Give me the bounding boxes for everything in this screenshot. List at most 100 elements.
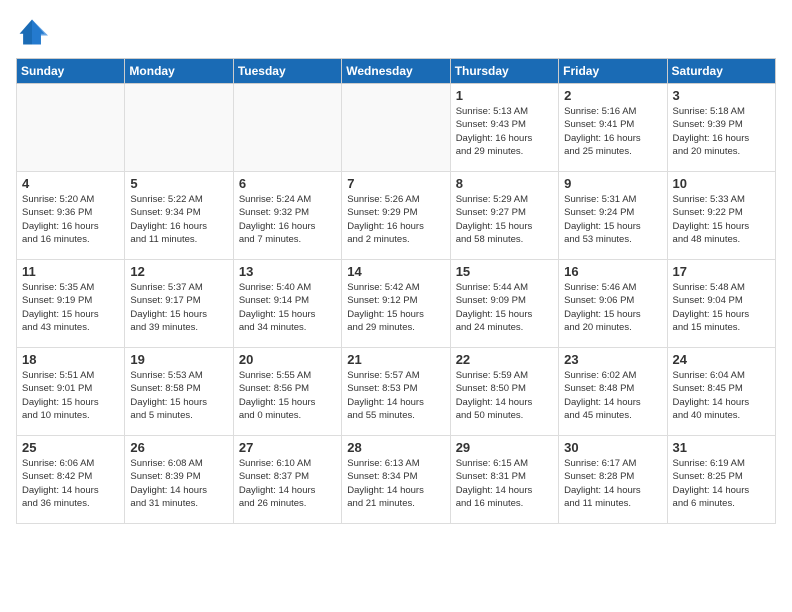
day-info: Sunrise: 5:40 AM Sunset: 9:14 PM Dayligh…	[239, 281, 336, 334]
calendar-cell: 15 Sunrise: 5:44 AM Sunset: 9:09 PM Dayli…	[450, 260, 558, 348]
calendar-week-row: 18 Sunrise: 5:51 AM Sunset: 9:01 PM Dayli…	[17, 348, 776, 436]
day-info: Sunrise: 5:24 AM Sunset: 9:32 PM Dayligh…	[239, 193, 336, 246]
calendar-cell: 2 Sunrise: 5:16 AM Sunset: 9:41 PM Daylig…	[559, 84, 667, 172]
weekday-header-friday: Friday	[559, 59, 667, 84]
day-info: Sunrise: 5:31 AM Sunset: 9:24 PM Dayligh…	[564, 193, 661, 246]
calendar-week-row: 11 Sunrise: 5:35 AM Sunset: 9:19 PM Dayli…	[17, 260, 776, 348]
weekday-header-thursday: Thursday	[450, 59, 558, 84]
day-number: 5	[130, 176, 227, 191]
day-info: Sunrise: 5:51 AM Sunset: 9:01 PM Dayligh…	[22, 369, 119, 422]
day-info: Sunrise: 5:42 AM Sunset: 9:12 PM Dayligh…	[347, 281, 444, 334]
calendar-cell: 10Sunrise: 5:33 AM Sunset: 9:22 PM Dayli…	[667, 172, 775, 260]
calendar-cell: 7 Sunrise: 5:26 AM Sunset: 9:29 PM Daylig…	[342, 172, 450, 260]
calendar-cell: 5Sunrise: 5:22 AM Sunset: 9:34 PM Daylig…	[125, 172, 233, 260]
day-number: 9	[564, 176, 661, 191]
day-number: 23	[564, 352, 661, 367]
day-number: 30	[564, 440, 661, 455]
calendar-cell: 24Sunrise: 6:04 AM Sunset: 8:45 PM Dayli…	[667, 348, 775, 436]
day-info: Sunrise: 5:18 AM Sunset: 9:39 PM Dayligh…	[673, 105, 770, 158]
calendar-cell: 31 Sunrise: 6:19 AM Sunset: 8:25 PM Dayli…	[667, 436, 775, 524]
day-info: Sunrise: 5:20 AM Sunset: 9:36 PM Dayligh…	[22, 193, 119, 246]
weekday-header-tuesday: Tuesday	[233, 59, 341, 84]
day-info: Sunrise: 5:26 AM Sunset: 9:29 PM Dayligh…	[347, 193, 444, 246]
day-info: Sunrise: 5:57 AM Sunset: 8:53 PM Dayligh…	[347, 369, 444, 422]
day-number: 25	[22, 440, 119, 455]
weekday-header-saturday: Saturday	[667, 59, 775, 84]
day-info: Sunrise: 5:16 AM Sunset: 9:41 PM Dayligh…	[564, 105, 661, 158]
weekday-header-wednesday: Wednesday	[342, 59, 450, 84]
calendar-cell: 26 Sunrise: 6:08 AM Sunset: 8:39 PM Dayli…	[125, 436, 233, 524]
logo	[16, 16, 52, 48]
calendar-cell: 19 Sunrise: 5:53 AM Sunset: 8:58 PM Dayli…	[125, 348, 233, 436]
calendar-cell: 30 Sunrise: 6:17 AM Sunset: 8:28 PM Dayli…	[559, 436, 667, 524]
day-info: Sunrise: 5:29 AM Sunset: 9:27 PM Dayligh…	[456, 193, 553, 246]
calendar-cell: 17 Sunrise: 5:48 AM Sunset: 9:04 PM Dayli…	[667, 260, 775, 348]
day-number: 20	[239, 352, 336, 367]
day-info: Sunrise: 5:53 AM Sunset: 8:58 PM Dayligh…	[130, 369, 227, 422]
day-number: 2	[564, 88, 661, 103]
day-number: 27	[239, 440, 336, 455]
weekday-header-monday: Monday	[125, 59, 233, 84]
day-info: Sunrise: 6:17 AM Sunset: 8:28 PM Dayligh…	[564, 457, 661, 510]
calendar-table: SundayMondayTuesdayWednesdayThursdayFrid…	[16, 58, 776, 524]
day-info: Sunrise: 5:35 AM Sunset: 9:19 PM Dayligh…	[22, 281, 119, 334]
day-number: 1	[456, 88, 553, 103]
calendar-cell: 29 Sunrise: 6:15 AM Sunset: 8:31 PM Dayli…	[450, 436, 558, 524]
calendar-header-row: SundayMondayTuesdayWednesdayThursdayFrid…	[17, 59, 776, 84]
day-number: 15	[456, 264, 553, 279]
day-number: 29	[456, 440, 553, 455]
day-number: 6	[239, 176, 336, 191]
day-number: 17	[673, 264, 770, 279]
calendar-week-row: 4Sunrise: 5:20 AM Sunset: 9:36 PM Daylig…	[17, 172, 776, 260]
day-info: Sunrise: 6:04 AM Sunset: 8:45 PM Dayligh…	[673, 369, 770, 422]
day-number: 26	[130, 440, 227, 455]
calendar-week-row: 25Sunrise: 6:06 AM Sunset: 8:42 PM Dayli…	[17, 436, 776, 524]
calendar-cell	[17, 84, 125, 172]
day-info: Sunrise: 5:44 AM Sunset: 9:09 PM Dayligh…	[456, 281, 553, 334]
day-info: Sunrise: 6:15 AM Sunset: 8:31 PM Dayligh…	[456, 457, 553, 510]
day-number: 19	[130, 352, 227, 367]
calendar-cell: 20Sunrise: 5:55 AM Sunset: 8:56 PM Dayli…	[233, 348, 341, 436]
day-number: 14	[347, 264, 444, 279]
day-info: Sunrise: 5:48 AM Sunset: 9:04 PM Dayligh…	[673, 281, 770, 334]
day-info: Sunrise: 6:08 AM Sunset: 8:39 PM Dayligh…	[130, 457, 227, 510]
logo-icon	[16, 16, 48, 48]
day-info: Sunrise: 5:37 AM Sunset: 9:17 PM Dayligh…	[130, 281, 227, 334]
calendar-cell: 3 Sunrise: 5:18 AM Sunset: 9:39 PM Daylig…	[667, 84, 775, 172]
calendar-cell: 22 Sunrise: 5:59 AM Sunset: 8:50 PM Dayli…	[450, 348, 558, 436]
calendar-cell: 1 Sunrise: 5:13 AM Sunset: 9:43 PM Daylig…	[450, 84, 558, 172]
calendar-cell	[342, 84, 450, 172]
calendar-cell: 28Sunrise: 6:13 AM Sunset: 8:34 PM Dayli…	[342, 436, 450, 524]
calendar-cell: 23 Sunrise: 6:02 AM Sunset: 8:48 PM Dayli…	[559, 348, 667, 436]
day-number: 7	[347, 176, 444, 191]
calendar-cell: 27 Sunrise: 6:10 AM Sunset: 8:37 PM Dayli…	[233, 436, 341, 524]
day-number: 16	[564, 264, 661, 279]
day-info: Sunrise: 6:02 AM Sunset: 8:48 PM Dayligh…	[564, 369, 661, 422]
day-number: 18	[22, 352, 119, 367]
day-info: Sunrise: 6:19 AM Sunset: 8:25 PM Dayligh…	[673, 457, 770, 510]
day-number: 22	[456, 352, 553, 367]
day-number: 11	[22, 264, 119, 279]
day-info: Sunrise: 6:10 AM Sunset: 8:37 PM Dayligh…	[239, 457, 336, 510]
calendar-cell	[233, 84, 341, 172]
day-info: Sunrise: 5:13 AM Sunset: 9:43 PM Dayligh…	[456, 105, 553, 158]
calendar-cell: 18 Sunrise: 5:51 AM Sunset: 9:01 PM Dayli…	[17, 348, 125, 436]
day-info: Sunrise: 5:59 AM Sunset: 8:50 PM Dayligh…	[456, 369, 553, 422]
calendar-cell	[125, 84, 233, 172]
calendar-cell: 6 Sunrise: 5:24 AM Sunset: 9:32 PM Daylig…	[233, 172, 341, 260]
day-number: 13	[239, 264, 336, 279]
page-header	[16, 16, 776, 48]
day-info: Sunrise: 5:33 AM Sunset: 9:22 PM Dayligh…	[673, 193, 770, 246]
day-number: 31	[673, 440, 770, 455]
day-number: 21	[347, 352, 444, 367]
calendar-cell: 11 Sunrise: 5:35 AM Sunset: 9:19 PM Dayli…	[17, 260, 125, 348]
day-info: Sunrise: 5:46 AM Sunset: 9:06 PM Dayligh…	[564, 281, 661, 334]
calendar-week-row: 1 Sunrise: 5:13 AM Sunset: 9:43 PM Daylig…	[17, 84, 776, 172]
calendar-cell: 8 Sunrise: 5:29 AM Sunset: 9:27 PM Daylig…	[450, 172, 558, 260]
weekday-header-sunday: Sunday	[17, 59, 125, 84]
day-number: 3	[673, 88, 770, 103]
calendar-cell: 25Sunrise: 6:06 AM Sunset: 8:42 PM Dayli…	[17, 436, 125, 524]
calendar-cell: 13 Sunrise: 5:40 AM Sunset: 9:14 PM Dayli…	[233, 260, 341, 348]
day-number: 8	[456, 176, 553, 191]
day-number: 28	[347, 440, 444, 455]
